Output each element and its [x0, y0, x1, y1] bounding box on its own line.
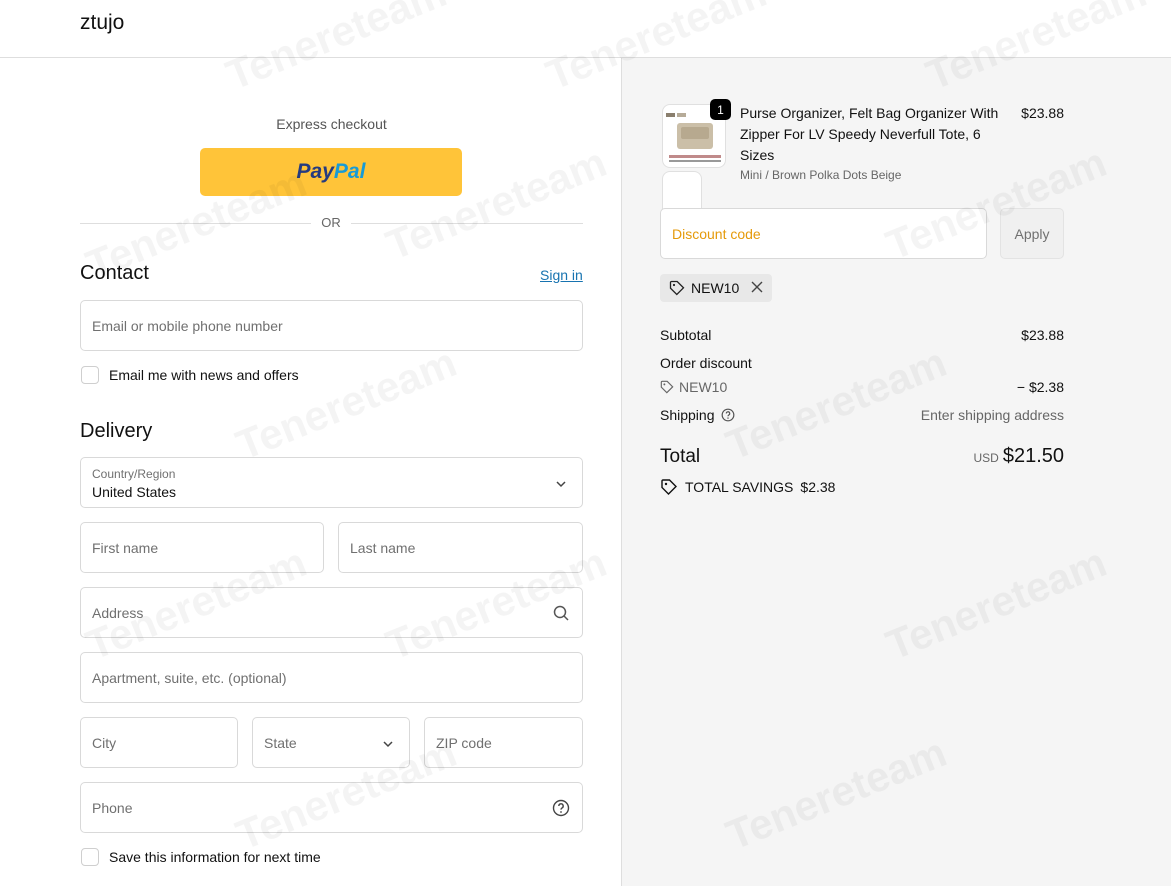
- phone-input[interactable]: [81, 783, 582, 832]
- discount-value: − $2.38: [1016, 379, 1064, 395]
- country-value: United States: [92, 484, 177, 500]
- news-checkbox-label: Email me with news and offers: [109, 367, 299, 383]
- total-savings-value: $2.38: [800, 479, 836, 495]
- search-icon: [553, 605, 569, 621]
- apartment-field[interactable]: [80, 652, 583, 703]
- address-field[interactable]: [80, 587, 583, 638]
- delivery-title: Delivery: [80, 420, 153, 442]
- savings-tag-icon: [661, 479, 677, 495]
- total-value: $21.50: [1002, 445, 1064, 467]
- first-name-field[interactable]: [80, 522, 324, 573]
- subtotal-value: $23.88: [1021, 327, 1064, 343]
- tag-icon: [660, 380, 674, 394]
- city-field[interactable]: [80, 717, 238, 768]
- address-input[interactable]: [81, 588, 582, 637]
- product-variant: Mini / Brown Polka Dots Beige: [740, 168, 902, 182]
- country-label: Country/Region: [92, 467, 176, 481]
- contact-title: Contact: [80, 262, 149, 284]
- paypal-button[interactable]: Pay Pal: [200, 148, 462, 196]
- apartment-input[interactable]: [81, 653, 582, 702]
- discount-code-text: NEW10: [679, 379, 728, 395]
- discount-code-field[interactable]: [660, 208, 987, 259]
- remove-discount-icon[interactable]: [750, 280, 764, 294]
- product-thumbnail-secondary: [662, 171, 702, 209]
- checkout-form: Express checkout Pay Pal OR Contact Sign …: [0, 58, 621, 886]
- order-discount-label: Order discount: [660, 355, 752, 371]
- paypal-logo-pay: Pay: [296, 160, 334, 183]
- tag-icon: [669, 280, 685, 296]
- applied-discount-chip: NEW10: [660, 274, 772, 302]
- shipping-row: Shipping: [660, 407, 735, 423]
- header: ztujo: [0, 0, 1171, 58]
- product-title: Purse Organizer, Felt Bag Organizer With…: [740, 105, 999, 163]
- last-name-field[interactable]: [338, 522, 583, 573]
- save-info-label: Save this information for next time: [109, 849, 321, 865]
- news-checkbox[interactable]: [81, 366, 99, 384]
- sign-in-link[interactable]: Sign in: [540, 267, 583, 283]
- zip-input[interactable]: [425, 718, 582, 767]
- chevron-down-icon: [383, 741, 393, 748]
- or-text: OR: [311, 215, 351, 230]
- first-name-input[interactable]: [81, 523, 323, 572]
- city-input[interactable]: [81, 718, 237, 767]
- country-select[interactable]: Country/Region United States: [80, 457, 583, 508]
- help-circle-icon[interactable]: [552, 799, 570, 817]
- state-select[interactable]: State: [252, 717, 410, 768]
- shipping-label: Shipping: [660, 407, 715, 423]
- paypal-logo-pal: Pal: [333, 160, 366, 183]
- phone-field[interactable]: [80, 782, 583, 833]
- total-amount: USD $21.50: [884, 445, 1064, 468]
- total-label: Total: [660, 446, 701, 467]
- apply-button[interactable]: Apply: [1000, 208, 1064, 259]
- email-input[interactable]: [81, 301, 582, 350]
- email-field[interactable]: [80, 300, 583, 351]
- brand-logo[interactable]: ztujo: [80, 11, 124, 35]
- applied-discount-code: NEW10: [691, 280, 740, 296]
- discount-code-row: NEW10: [660, 379, 727, 395]
- total-savings-label: TOTAL SAVINGS: [685, 479, 794, 495]
- express-checkout-label: Express checkout: [276, 116, 387, 132]
- save-info-checkbox[interactable]: [81, 848, 99, 866]
- shipping-value: Enter shipping address: [920, 407, 1064, 423]
- state-placeholder: State: [264, 735, 297, 751]
- subtotal-label: Subtotal: [660, 327, 712, 343]
- product-price: $23.88: [1021, 105, 1064, 121]
- last-name-input[interactable]: [339, 523, 582, 572]
- discount-code-input[interactable]: [661, 209, 986, 258]
- zip-field[interactable]: [424, 717, 583, 768]
- quantity-badge: 1: [710, 99, 731, 120]
- chevron-down-icon: [556, 481, 566, 488]
- total-savings-row: TOTAL SAVINGS $2.38: [660, 478, 835, 496]
- order-summary: 1 Purse Organizer, Felt Bag Organizer Wi…: [621, 58, 1171, 886]
- currency-code: USD: [973, 451, 999, 465]
- help-circle-icon[interactable]: [721, 408, 735, 422]
